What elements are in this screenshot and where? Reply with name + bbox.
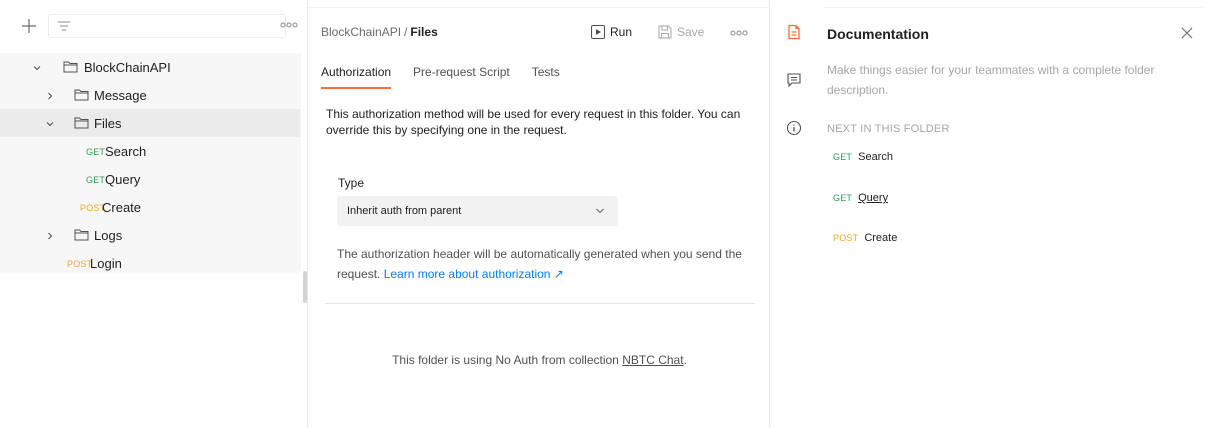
method-badge: GET: [833, 152, 853, 162]
documentation-tab-button[interactable]: [786, 24, 802, 40]
folder-icon: [74, 117, 89, 129]
tree-item-collection[interactable]: BlockChainAPI: [0, 53, 300, 81]
tree-item-logs[interactable]: Logs: [0, 221, 300, 249]
folder-label: Logs: [94, 227, 123, 243]
folder-label: Message: [94, 87, 147, 103]
auth-type-value: Inherit auth from parent: [347, 205, 462, 217]
folder-description-placeholder[interactable]: Make things easier for your teammates wi…: [827, 60, 1197, 100]
tree-item-request[interactable]: GET Query: [0, 165, 300, 193]
sidebar-toolbar: [0, 0, 308, 44]
editor-more-button[interactable]: [730, 28, 748, 38]
folder-icon: [74, 89, 89, 101]
run-label: Run: [610, 25, 633, 39]
tab-tests[interactable]: Tests: [532, 65, 560, 89]
sidebar: BlockChainAPI Message Files GET Search G…: [0, 0, 308, 428]
sidebar-scrollbar[interactable]: [303, 271, 307, 303]
request-label: Create: [102, 199, 142, 215]
collection-name: BlockChainAPI: [84, 59, 171, 75]
chevron-down-icon: [596, 208, 604, 214]
next-request-item[interactable]: GET Search: [833, 151, 893, 163]
breadcrumb-separator: /: [404, 25, 408, 39]
comment-icon: [787, 73, 801, 88]
auth-description: This authorization method will be used f…: [326, 107, 741, 137]
type-label: Type: [338, 176, 365, 190]
close-icon: [1181, 27, 1193, 39]
request-name: Search: [858, 151, 893, 163]
document-icon: [788, 24, 800, 40]
folder-editor: BlockChainAPI / Files Run Save Authorizati…: [309, 0, 770, 428]
save-label: Save: [677, 25, 705, 39]
request-label: Login: [90, 255, 122, 271]
chevron-down-icon[interactable]: [32, 63, 42, 73]
chevron-down-icon[interactable]: [45, 119, 55, 129]
learn-more-link[interactable]: Learn more about authorization ↗: [384, 267, 564, 281]
next-request-item[interactable]: POST Create: [833, 232, 897, 244]
method-badge: GET: [86, 147, 106, 157]
method-badge: POST: [67, 259, 93, 269]
comments-tab-button[interactable]: [786, 72, 802, 88]
tree-item-files[interactable]: Files: [0, 109, 300, 137]
divider: [325, 303, 755, 304]
no-auth-suffix: .: [683, 353, 687, 367]
request-label: Search: [105, 143, 147, 159]
tab-pre-request-script[interactable]: Pre-request Script: [413, 65, 510, 89]
save-button[interactable]: Save: [658, 23, 704, 41]
folder-label: Files: [94, 115, 122, 131]
collection-tree: BlockChainAPI Message Files GET Search G…: [0, 53, 300, 277]
play-icon: [591, 25, 605, 39]
breadcrumb-collection[interactable]: BlockChainAPI: [321, 25, 401, 39]
method-badge: POST: [833, 233, 859, 243]
divider: [823, 7, 1205, 8]
sidebar-more-button[interactable]: [280, 20, 298, 30]
folder-icon: [63, 61, 78, 73]
editor-tabs: Authorization Pre-request Script Tests: [321, 65, 582, 89]
divider: [309, 7, 770, 8]
documentation-panel: Documentation Make things easier for you…: [817, 0, 1205, 428]
chevron-right-icon[interactable]: [45, 231, 55, 241]
request-name: Create: [864, 232, 898, 244]
filter-input[interactable]: [48, 14, 286, 38]
no-auth-message: This folder is using No Auth from collec…: [309, 353, 770, 367]
request-name: Query: [858, 192, 889, 204]
auth-type-select[interactable]: Inherit auth from parent: [337, 196, 618, 226]
next-request-item[interactable]: GET Query: [833, 192, 888, 204]
folder-icon: [74, 229, 89, 241]
request-label: Query: [105, 171, 141, 187]
next-in-folder-heading: NEXT IN THIS FOLDER: [827, 123, 950, 135]
more-horizontal-icon: [280, 22, 298, 28]
auth-info: The authorization header will be automat…: [337, 244, 757, 284]
plus-icon: [22, 19, 36, 33]
no-auth-text: This folder is using No Auth from collec…: [392, 353, 619, 367]
new-item-button[interactable]: [19, 16, 39, 36]
method-badge: GET: [833, 193, 853, 203]
tree-item-request[interactable]: POST Login: [0, 249, 300, 277]
tree-item-request[interactable]: GET Search: [0, 137, 300, 165]
info-tab-button[interactable]: [786, 120, 802, 136]
tree-item-message[interactable]: Message: [0, 81, 300, 109]
method-badge: GET: [86, 175, 106, 185]
tab-authorization[interactable]: Authorization: [321, 65, 392, 89]
close-panel-button[interactable]: [1181, 27, 1193, 39]
more-horizontal-icon: [730, 30, 748, 36]
breadcrumb: BlockChainAPI / Files: [321, 25, 438, 39]
collection-link[interactable]: NBTC Chat: [622, 353, 683, 367]
right-sidebar-rail: [771, 0, 817, 428]
run-button[interactable]: Run: [591, 23, 632, 41]
filter-icon: [58, 21, 70, 31]
panel-title: Documentation: [827, 26, 929, 42]
breadcrumb-current: Files: [410, 25, 438, 39]
tree-item-request[interactable]: POST Create: [0, 193, 300, 221]
save-icon: [658, 25, 672, 39]
chevron-right-icon[interactable]: [45, 91, 55, 101]
info-icon: [786, 120, 802, 136]
